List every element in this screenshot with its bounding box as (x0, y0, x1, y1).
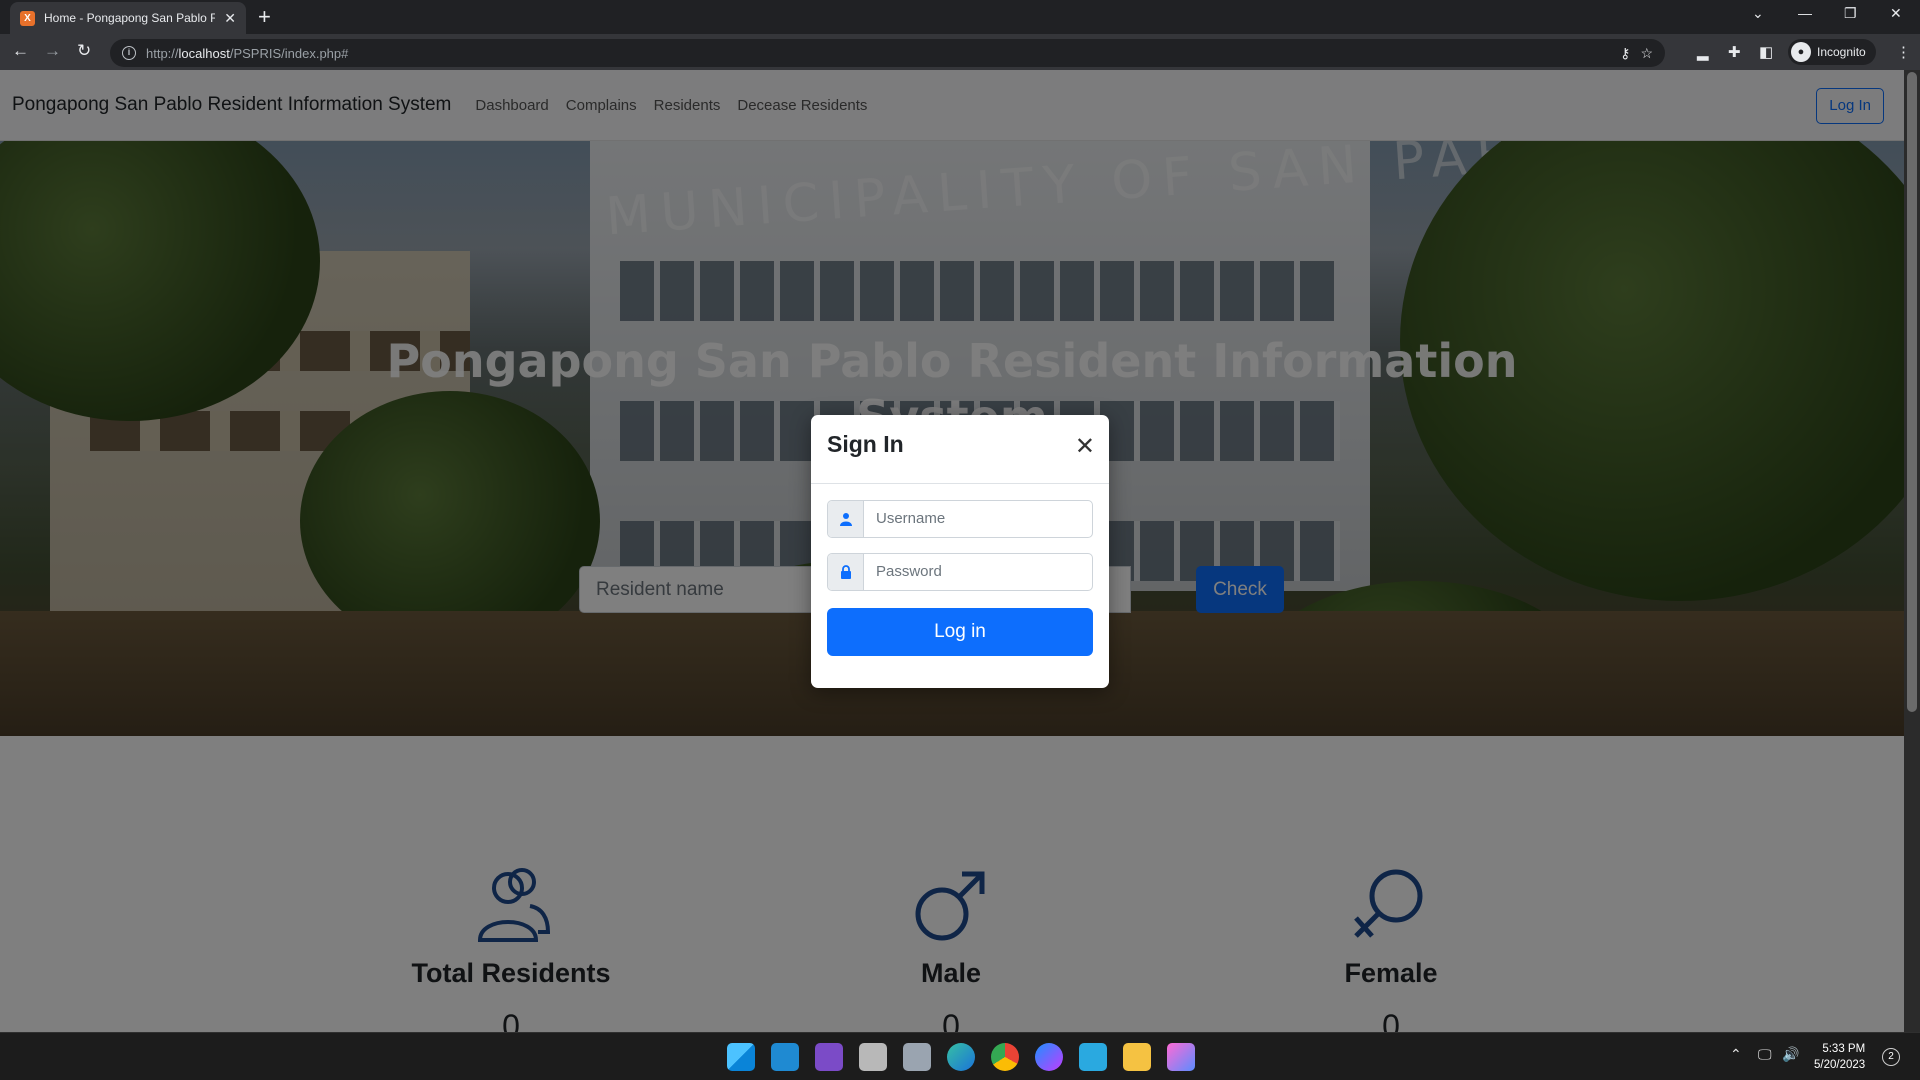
modal-header: Sign In ✕ (811, 415, 1109, 484)
windows-start-icon[interactable] (727, 1043, 755, 1071)
database-icon[interactable] (859, 1043, 887, 1071)
browser-menu-icon[interactable]: ⋮ (1896, 43, 1911, 61)
volume-icon[interactable]: 🔊 (1782, 1046, 1799, 1063)
os-taskbar: ⌃ 🖵 🔊 5:33 PM 5/20/2023 2 (0, 1032, 1920, 1080)
back-icon[interactable]: ← (12, 41, 29, 61)
browser-tab-strip: X Home - Pongapong San Pablo Re ✕ + ⌄ — … (0, 0, 1920, 34)
clock-date: 5/20/2023 (1814, 1059, 1866, 1071)
side-panel-icon[interactable]: ◧ (1759, 43, 1773, 61)
vscode-icon[interactable] (771, 1043, 799, 1071)
network-icon[interactable]: 🖵 (1758, 1046, 1772, 1063)
url-text: http://localhost/PSPRIS/index.php# (146, 45, 349, 61)
extensions-puzzle-icon[interactable]: ✚ (1728, 43, 1741, 61)
incognito-icon: ● (1791, 42, 1811, 62)
incognito-label: Incognito (1817, 45, 1866, 59)
site-favicon-icon: X (20, 10, 35, 26)
chrome-browser-icon[interactable] (991, 1043, 1019, 1071)
tab-title: Home - Pongapong San Pablo Re (44, 11, 216, 25)
url-field[interactable]: i http://localhost/PSPRIS/index.php# ⚷ ☆ (110, 39, 1665, 67)
scrollbar-thumb[interactable] (1907, 72, 1917, 712)
app-icon[interactable] (1167, 1043, 1195, 1071)
edge-browser-icon[interactable] (947, 1043, 975, 1071)
password-group: Password (827, 553, 1093, 591)
username-field[interactable]: Username (864, 501, 1092, 537)
extension-app-icon[interactable]: ▂ (1697, 43, 1709, 61)
password-field[interactable]: Password (864, 554, 1092, 590)
lock-icon (828, 554, 864, 590)
close-window-icon[interactable]: ✕ (1890, 5, 1902, 22)
sign-in-modal: Sign In ✕ Username Password Log in (811, 415, 1109, 688)
reload-icon[interactable]: ↻ (77, 41, 91, 61)
restore-icon[interactable]: ❐ (1844, 5, 1857, 22)
bookmark-star-icon[interactable]: ☆ (1640, 45, 1653, 62)
system-clock[interactable]: 5:33 PM 5/20/2023 (1814, 1041, 1865, 1073)
address-bar: ← → ↻ i http://localhost/PSPRIS/index.ph… (0, 34, 1920, 70)
forward-icon[interactable]: → (44, 41, 61, 61)
file-explorer-icon[interactable] (1123, 1043, 1151, 1071)
close-icon[interactable]: ✕ (1075, 435, 1095, 459)
site-info-icon[interactable]: i (122, 46, 136, 60)
page-scrollbar[interactable] (1904, 70, 1920, 1032)
new-tab-icon[interactable]: + (258, 4, 271, 30)
incognito-profile[interactable]: ● Incognito (1788, 39, 1876, 65)
tray-overflow-icon[interactable]: ⌃ (1730, 1046, 1742, 1063)
notepad-icon[interactable] (1079, 1043, 1107, 1071)
user-icon (828, 501, 864, 537)
database-tool-icon[interactable] (903, 1043, 931, 1071)
clock-time: 5:33 PM (1822, 1043, 1866, 1055)
modal-title: Sign In (827, 431, 904, 457)
messenger-icon[interactable] (1035, 1043, 1063, 1071)
username-group: Username (827, 500, 1093, 538)
browser-tab[interactable]: X Home - Pongapong San Pablo Re ✕ (10, 2, 246, 34)
login-button[interactable]: Log in (827, 608, 1093, 656)
tab-search-icon[interactable]: ⌄ (1752, 5, 1764, 22)
minimize-icon[interactable]: — (1798, 5, 1812, 21)
tab-close-icon[interactable]: ✕ (224, 10, 236, 27)
key-icon[interactable]: ⚷ (1620, 45, 1630, 62)
notification-badge[interactable]: 2 (1882, 1048, 1900, 1066)
visual-studio-icon[interactable] (815, 1043, 843, 1071)
